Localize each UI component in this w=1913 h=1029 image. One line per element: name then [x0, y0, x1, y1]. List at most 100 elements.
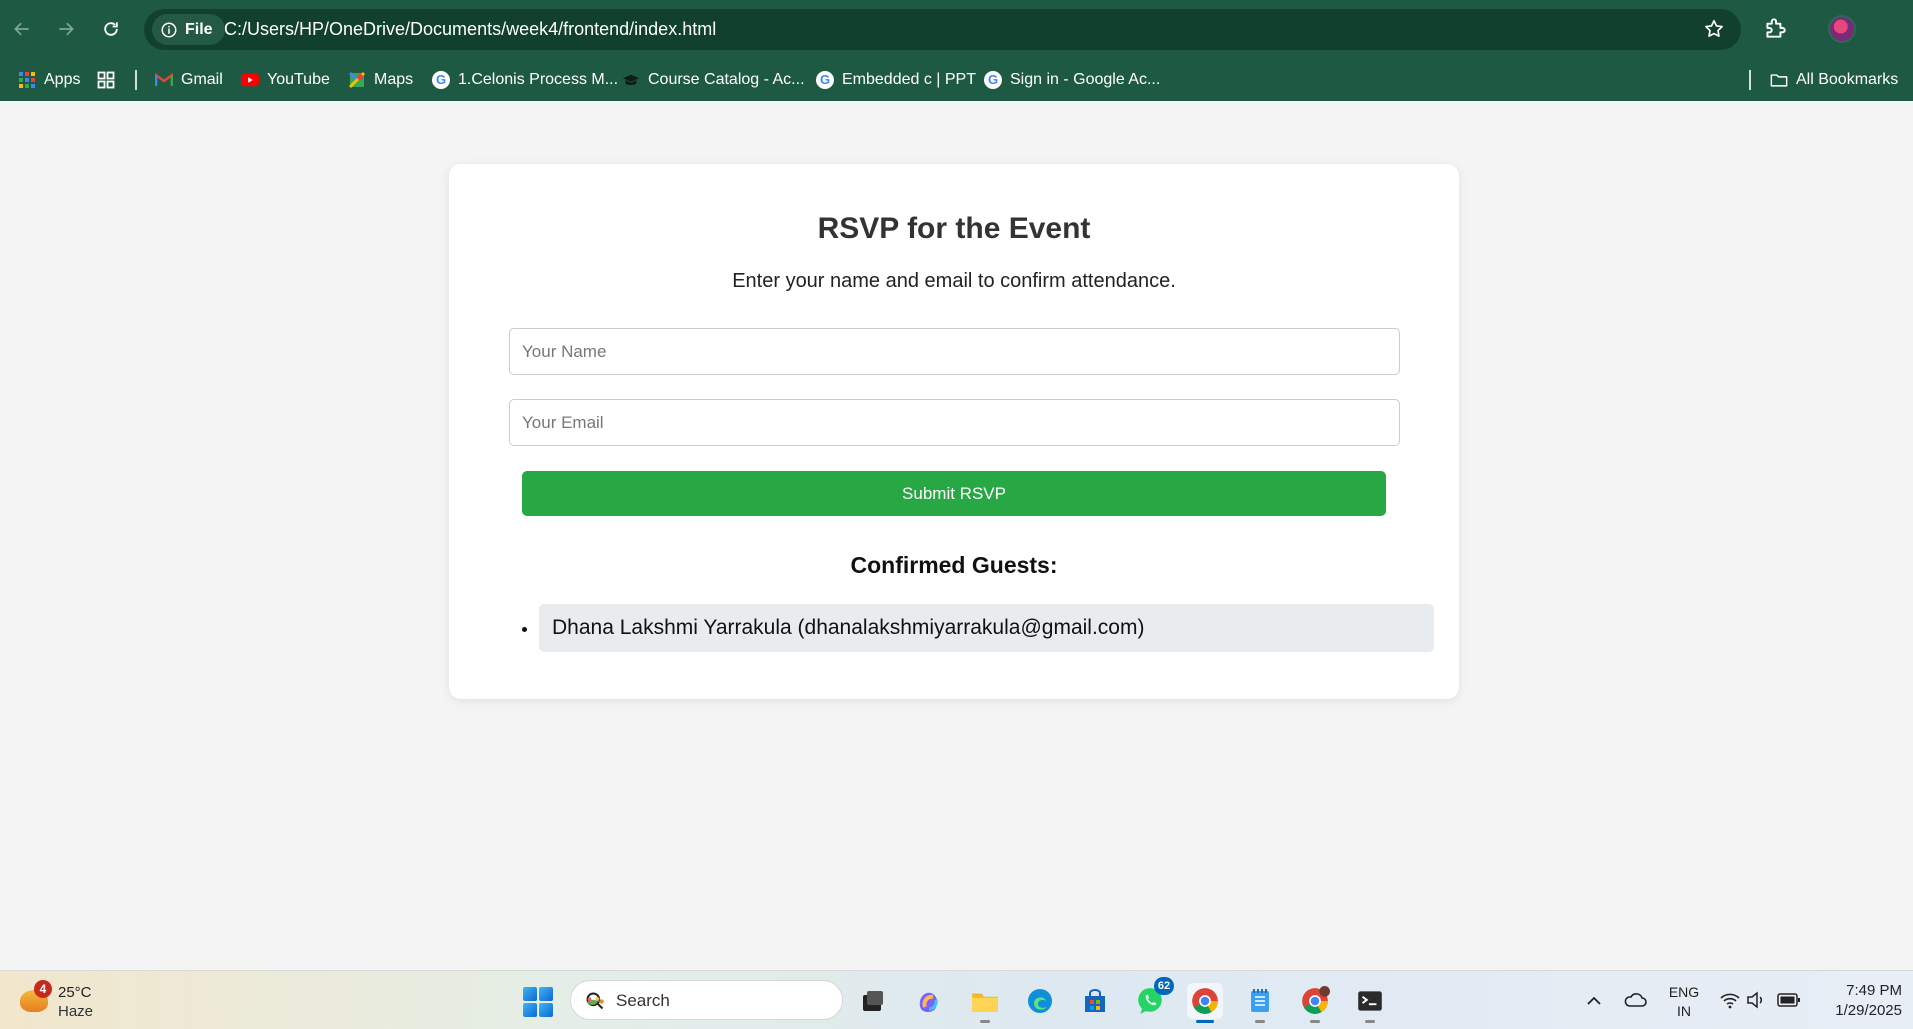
windows-logo-tile	[539, 987, 553, 1001]
start-button[interactable]	[523, 987, 553, 1017]
page-title: RSVP for the Event	[817, 212, 1091, 245]
taskbar-file-explorer[interactable]	[967, 983, 1003, 1023]
submit-rsvp-button[interactable]: Submit RSVP	[522, 471, 1386, 516]
onedrive-cloud-icon[interactable]	[1623, 991, 1647, 1009]
reload-button[interactable]	[94, 12, 128, 46]
taskbar-whatsapp[interactable]: 62	[1132, 977, 1174, 1019]
language-region: IN	[1677, 1003, 1691, 1019]
bookmark-label: Gmail	[181, 70, 223, 88]
running-indicator	[1255, 1020, 1265, 1023]
bookmark-label: Course Catalog - Ac...	[648, 70, 805, 88]
system-clock[interactable]: 7:49 PM 1/29/2025	[1812, 981, 1902, 1021]
bookmark-sign-in[interactable]: G Sign in - Google Ac...	[984, 58, 1160, 101]
bookmark-label: All Bookmarks	[1796, 70, 1899, 88]
tab-groups-button[interactable]	[97, 58, 115, 101]
rsvp-card: RSVP for the Event Enter your name and e…	[449, 164, 1459, 699]
google-icon: G	[816, 70, 834, 89]
youtube-icon	[241, 71, 259, 89]
chrome-icon	[1302, 986, 1330, 1014]
weather-temperature: 25°C	[58, 984, 92, 1001]
windows-logo-tile	[539, 1003, 553, 1017]
taskbar-copilot[interactable]	[911, 983, 947, 1019]
language-code: ENG	[1668, 984, 1700, 1000]
folder-icon	[972, 993, 998, 1012]
url-text[interactable]: C:/Users/HP/OneDrive/Documents/week4/fro…	[224, 19, 716, 40]
store-icon	[1085, 989, 1105, 1012]
google-icon: G	[984, 70, 1002, 89]
name-input[interactable]	[509, 328, 1400, 375]
page-subtitle: Enter your name and email to confirm att…	[732, 270, 1176, 292]
bookmark-label: Sign in - Google Ac...	[1010, 70, 1161, 88]
gmail-icon	[155, 71, 173, 89]
taskbar-notepad[interactable]	[1242, 983, 1278, 1023]
windows-logo-icon	[523, 987, 537, 1001]
guests-heading: Confirmed Guests:	[850, 552, 1058, 578]
language-indicator[interactable]: ENG IN	[1666, 983, 1702, 1021]
bookmark-label: 1.Celonis Process M...	[458, 70, 619, 88]
bookmarks-divider	[135, 70, 137, 90]
task-view-icon	[863, 991, 883, 1011]
bookmarks-divider	[1749, 70, 1751, 90]
site-info-label: File	[185, 20, 213, 38]
taskbar-store[interactable]	[1077, 983, 1113, 1019]
chrome-icon	[1192, 988, 1218, 1014]
bookmark-label: Embedded c | PPT	[842, 70, 976, 88]
notepad-icon	[1251, 989, 1269, 1012]
reload-icon	[104, 22, 118, 36]
clock-date: 1/29/2025	[1835, 1002, 1902, 1019]
arrow-left-icon	[14, 22, 29, 36]
address-bar[interactable]: File C:/Users/HP/OneDrive/Documents/week…	[144, 9, 1741, 50]
weather-widget[interactable]: 4 25°C Haze	[18, 980, 128, 1022]
task-view-button[interactable]	[855, 983, 891, 1019]
running-indicator	[980, 1020, 990, 1023]
email-input[interactable]	[509, 399, 1400, 446]
google-icon: G	[432, 70, 450, 89]
copilot-icon	[919, 992, 938, 1012]
bookmark-gmail[interactable]: Gmail	[155, 58, 223, 101]
taskbar-edge[interactable]	[1022, 983, 1058, 1019]
edge-icon	[1028, 989, 1052, 1013]
windows-logo-tile	[523, 1003, 537, 1017]
running-indicator	[1365, 1020, 1375, 1023]
chevron-up-icon[interactable]	[1585, 992, 1603, 1010]
info-icon	[161, 22, 177, 37]
bookmark-label: Maps	[374, 70, 414, 88]
taskbar-terminal[interactable]	[1352, 983, 1388, 1023]
bookmark-course-catalog[interactable]: Course Catalog - Ac...	[622, 58, 805, 101]
bookmark-celonis[interactable]: G 1.Celonis Process M...	[432, 58, 618, 101]
guest-list: Dhana Lakshmi Yarrakula (dhanalakshmiyar…	[523, 604, 1434, 652]
all-bookmarks-button[interactable]: All Bookmarks	[1770, 58, 1898, 101]
clock-time: 7:49 PM	[1846, 982, 1902, 999]
wifi-icon[interactable]	[1719, 991, 1741, 1009]
forward-button[interactable]	[49, 12, 83, 46]
page-viewport: RSVP for the Event Enter your name and e…	[0, 101, 1913, 970]
guest-list-item: Dhana Lakshmi Yarrakula (dhanalakshmiyar…	[539, 604, 1434, 652]
apps-grid-icon	[18, 71, 36, 89]
bookmark-embedded-c[interactable]: G Embedded c | PPT	[816, 58, 976, 101]
weather-condition: Haze	[58, 1003, 94, 1020]
site-info-button[interactable]: File	[152, 14, 225, 45]
bookmark-star-icon[interactable]	[1703, 18, 1725, 40]
extensions-icon[interactable]	[1762, 15, 1788, 41]
bookmark-maps[interactable]: Maps	[348, 58, 413, 101]
weather-alert-badge: 4	[34, 980, 52, 998]
running-indicator	[1196, 1020, 1214, 1023]
taskbar-chrome-profile[interactable]	[1297, 983, 1333, 1023]
profile-avatar[interactable]	[1828, 15, 1856, 43]
arrow-right-icon	[59, 22, 74, 36]
graduation-cap-icon	[622, 71, 640, 89]
terminal-icon	[1358, 991, 1382, 1011]
back-button[interactable]	[5, 12, 39, 46]
search-label: Search	[616, 991, 670, 1010]
volume-icon[interactable]	[1746, 991, 1768, 1009]
notification-badge: 62	[1154, 977, 1174, 995]
bookmark-label: YouTube	[267, 70, 330, 88]
battery-icon[interactable]	[1777, 992, 1801, 1008]
browser-toolbar: File C:/Users/HP/OneDrive/Documents/week…	[0, 0, 1913, 58]
taskbar-search[interactable]: Search	[570, 980, 843, 1020]
bookmark-youtube[interactable]: YouTube	[241, 58, 330, 101]
bookmark-label: Apps	[44, 70, 81, 88]
taskbar-chrome[interactable]	[1187, 983, 1223, 1023]
folder-icon	[1770, 71, 1788, 89]
bookmark-apps[interactable]: Apps	[18, 58, 80, 101]
